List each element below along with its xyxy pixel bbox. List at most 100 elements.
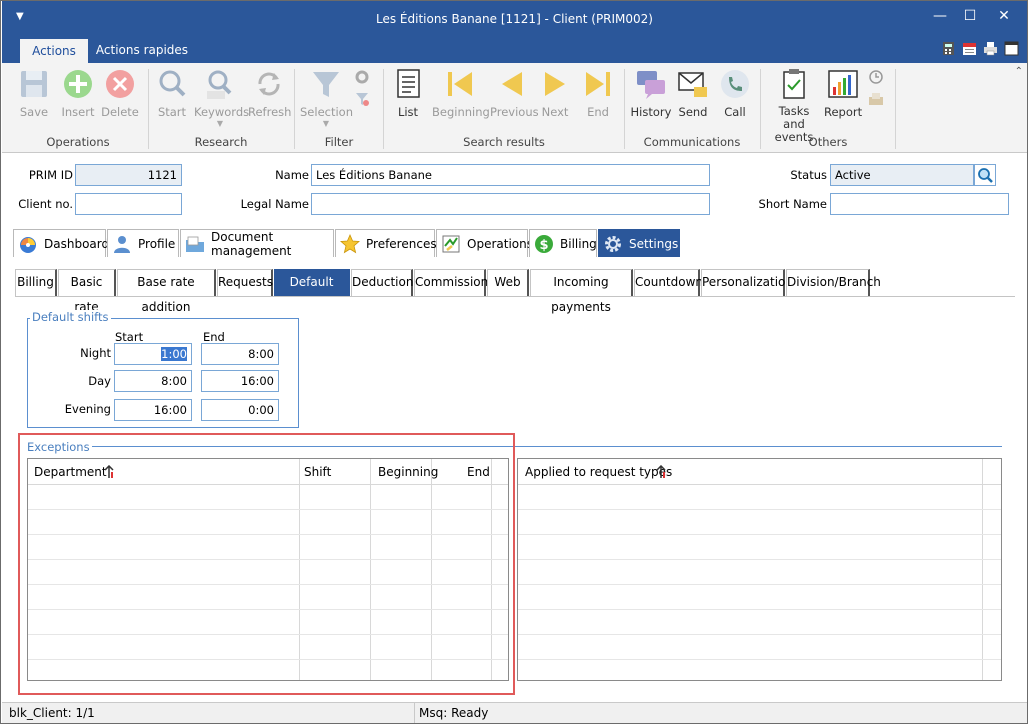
status-search-button[interactable] [974, 164, 996, 186]
save-button[interactable]: Save [14, 67, 54, 119]
tab-document-management[interactable]: Document management [180, 229, 334, 258]
tasks-events-button[interactable]: Tasks and events [766, 67, 822, 144]
insert-button[interactable]: Insert [57, 67, 99, 119]
table-row[interactable] [518, 485, 1001, 510]
envelope-icon [678, 72, 707, 97]
request-types-grid-header: Applied to request types [518, 459, 1001, 485]
start-button[interactable]: Start [154, 67, 190, 119]
menu-tab-quick-actions[interactable]: Actions rapides [94, 39, 190, 63]
call-button[interactable]: Call [716, 67, 754, 119]
report-button[interactable]: Report [824, 67, 862, 119]
table-row[interactable] [518, 535, 1001, 560]
refresh-button[interactable]: Refresh [248, 67, 291, 119]
subtab-requests[interactable]: Requests [217, 269, 273, 296]
history-button[interactable]: History [630, 67, 672, 119]
tab-profile[interactable]: Profile [107, 229, 179, 257]
group-filter: Filter [324, 135, 354, 149]
previous-button[interactable]: Previous [490, 67, 539, 119]
day-start-field[interactable]: 8:00 [114, 370, 192, 392]
tab-settings[interactable]: Settings [598, 229, 680, 257]
tab-preferences[interactable]: Preferences [335, 229, 437, 257]
column-applied-request-types[interactable]: Applied to request types [525, 465, 672, 479]
table-row[interactable] [518, 635, 1001, 660]
status-bar: blk_Client: 1/1 Msq: Ready [2, 702, 1027, 723]
group-research: Research [194, 135, 248, 149]
menu-bar: Actions Actions rapides [2, 39, 1027, 63]
sort-ascending-icon[interactable] [656, 465, 666, 479]
table-row[interactable] [518, 585, 1001, 610]
subtab-incoming-payments[interactable]: Incoming payments [530, 269, 633, 314]
calendar-icon[interactable] [962, 41, 977, 56]
next-button[interactable]: Next [538, 67, 572, 119]
clear-filter-icon[interactable] [354, 91, 370, 107]
client-no-field[interactable] [75, 193, 182, 215]
ribbon-separator [760, 69, 761, 149]
highlight-box [18, 433, 515, 695]
keywords-button[interactable]: Keywords ▼ [194, 67, 249, 128]
collapse-ribbon-icon[interactable]: ⌃ [1015, 66, 1023, 77]
default-shifts-legend: Default shifts [30, 310, 111, 324]
subtab-default-hours[interactable]: Default hours [274, 269, 350, 314]
menu-tab-actions[interactable]: Actions [20, 39, 88, 63]
evening-label: Evening [64, 402, 111, 416]
table-row[interactable] [518, 610, 1001, 635]
last-icon [586, 72, 610, 96]
calculator-icon[interactable] [941, 41, 956, 56]
chevron-down-icon: ▼ [322, 119, 330, 128]
day-label: Day [88, 374, 111, 388]
clock-icon[interactable] [868, 69, 884, 85]
window-icon[interactable] [1004, 41, 1019, 56]
sub-tabs-divider [15, 296, 1015, 297]
evening-start-field[interactable]: 16:00 [114, 399, 192, 421]
night-end-field[interactable]: 8:00 [201, 343, 279, 365]
group-communications: Communications [643, 135, 741, 149]
legal-name-field[interactable] [311, 193, 710, 215]
tab-dashboard[interactable]: Dashboard [13, 229, 109, 257]
subtab-base-rate-addition[interactable]: Base rate addition [117, 269, 216, 314]
list-button[interactable]: List [390, 67, 426, 119]
printer-icon[interactable] [983, 41, 998, 56]
inbox-icon[interactable] [868, 91, 884, 107]
legal-name-label: Legal Name [240, 197, 309, 211]
table-row[interactable] [518, 560, 1001, 585]
subtab-web[interactable]: Web [487, 269, 529, 296]
person-icon [114, 235, 130, 253]
ribbon-separator [294, 69, 295, 149]
night-start-field[interactable]: 1:00 [114, 343, 192, 365]
subtab-commissions[interactable]: Commissions [414, 269, 494, 296]
end-button[interactable]: End [580, 67, 616, 119]
filter-settings-icon[interactable] [354, 69, 370, 85]
subtab-countdown[interactable]: Countdown [634, 269, 703, 296]
minimize-icon[interactable]: — [930, 8, 950, 24]
day-end-field[interactable]: 16:00 [201, 370, 279, 392]
send-button[interactable]: Send [674, 67, 712, 119]
evening-end-field[interactable]: 0:00 [201, 399, 279, 421]
gear-icon [605, 235, 621, 252]
status-field[interactable]: Active [830, 164, 974, 186]
folder-icon [186, 236, 204, 252]
status-divider [414, 703, 415, 723]
tab-operations[interactable]: Operations [436, 229, 533, 257]
delete-button[interactable]: Delete [100, 67, 140, 119]
subtab-division-branch[interactable]: Division/Branch [786, 269, 881, 296]
selection-button[interactable]: Selection ▼ [300, 67, 353, 128]
subtab-deductions[interactable]: Deductions [351, 269, 420, 296]
subtab-personalization[interactable]: Personalization [701, 269, 793, 296]
name-field[interactable]: Les Éditions Banane [311, 164, 710, 186]
close-icon[interactable]: ✕ [994, 8, 1014, 24]
first-icon [448, 72, 472, 96]
prim-id-field[interactable]: 1121 [75, 164, 182, 186]
dollar-icon: $ [535, 234, 553, 253]
add-icon [64, 70, 92, 98]
table-row[interactable] [518, 510, 1001, 535]
window-title: Les Éditions Banane [1121] - Client (PRI… [375, 12, 653, 26]
subtab-billing[interactable]: Billing [15, 269, 57, 296]
maximize-icon[interactable]: ☐ [960, 8, 980, 24]
table-row[interactable] [518, 660, 1001, 685]
tab-billing[interactable]: $ Billing [529, 229, 597, 257]
subtab-basic-rate[interactable]: Basic rate [58, 269, 116, 314]
request-types-grid[interactable]: Applied to request types [517, 458, 1002, 681]
group-others: Others [808, 135, 848, 149]
beginning-button[interactable]: Beginning [432, 67, 490, 119]
short-name-field[interactable] [830, 193, 1009, 215]
